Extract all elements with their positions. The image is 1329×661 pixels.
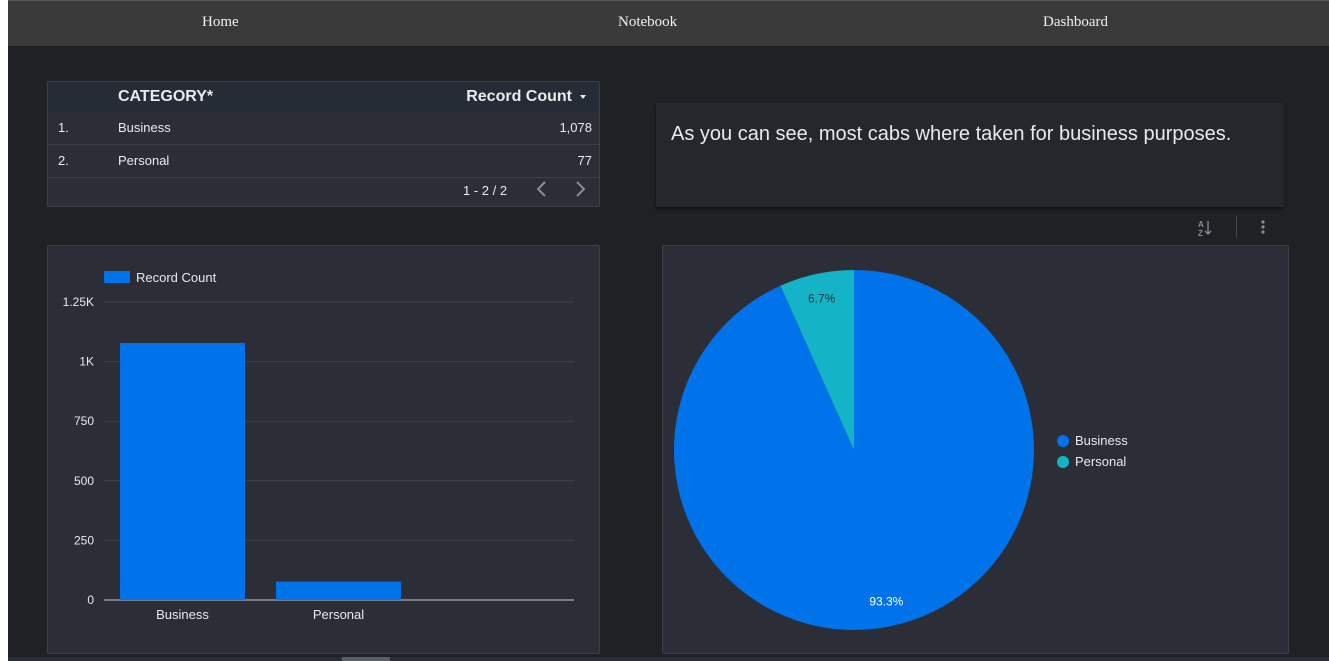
category-table: CATEGORY* Record Count 1. Business 1,078…: [47, 81, 600, 207]
bar-chart: Record Count 0 250 500 750 1K 1.25K Business Per…: [63, 270, 574, 622]
scrollbar-thumb[interactable]: [342, 657, 390, 661]
bar-chart-card: Record Count 0 250 500 750 1K 1.25K Business Per…: [47, 245, 600, 654]
svg-text:A: A: [1198, 220, 1204, 229]
legend-label-business[interactable]: Business: [1075, 433, 1128, 448]
pie-slice-label: 93.3%: [869, 594, 903, 608]
top-navigation: Home Notebook Dashboard: [8, 0, 1329, 46]
legend-dot-business: [1057, 435, 1069, 447]
y-tick-label: 250: [74, 533, 94, 547]
pagination-label: 1 - 2 / 2: [463, 183, 508, 198]
legend-label-personal[interactable]: Personal: [1075, 454, 1126, 469]
table-row[interactable]: 2. Personal 77: [48, 145, 599, 178]
svg-text:Z: Z: [1198, 229, 1203, 238]
table-header: CATEGORY* Record Count: [48, 82, 599, 112]
chevron-right-icon[interactable]: [571, 179, 589, 199]
pie-slice-label: 6.7%: [808, 292, 836, 306]
nav-home[interactable]: Home: [202, 14, 239, 31]
column-header-category[interactable]: CATEGORY*: [118, 88, 213, 106]
chevron-left-icon[interactable]: [533, 179, 551, 199]
row-count: 77: [577, 153, 592, 168]
horizontal-scrollbar[interactable]: [8, 657, 1329, 661]
bar-business[interactable]: [120, 343, 245, 600]
x-tick-label: Business: [156, 607, 209, 622]
sort-desc-icon[interactable]: [580, 95, 586, 99]
row-category: Business: [118, 120, 171, 135]
legend-dot-personal: [1057, 456, 1069, 468]
nav-dashboard[interactable]: Dashboard: [1043, 14, 1108, 31]
x-tick-label: Personal: [313, 607, 364, 622]
pie-chart-card: 93.3% 6.7% Business Personal: [662, 245, 1289, 654]
app-window: Home Notebook Dashboard CATEGORY* Record…: [8, 0, 1329, 661]
row-count: 1,078: [559, 120, 592, 135]
nav-notebook[interactable]: Notebook: [618, 14, 677, 31]
row-category: Personal: [118, 153, 170, 168]
column-header-record-count[interactable]: Record Count: [466, 88, 572, 106]
y-tick-label: 0: [87, 593, 94, 607]
y-tick-label: 750: [74, 414, 94, 428]
insight-text-box: As you can see, most cabs where taken fo…: [656, 103, 1284, 207]
table-row[interactable]: 1. Business 1,078: [48, 112, 599, 145]
y-tick-label: 500: [74, 474, 94, 488]
row-index: 1.: [58, 120, 69, 135]
y-tick-label: 1K: [79, 355, 94, 369]
toolbar-divider: [1236, 216, 1237, 238]
more-vert-icon[interactable]: [1258, 218, 1268, 238]
legend-label-record-count: Record Count: [136, 270, 217, 285]
sort-az-icon[interactable]: A Z: [1196, 218, 1214, 238]
pie-chart: 93.3% 6.7% Business Personal: [674, 270, 1128, 630]
legend-swatch-record-count: [104, 271, 130, 283]
insight-text: As you can see, most cabs where taken fo…: [671, 123, 1232, 145]
row-index: 2.: [58, 153, 69, 168]
bar-personal[interactable]: [276, 581, 401, 600]
y-tick-label: 1.25K: [63, 295, 94, 309]
